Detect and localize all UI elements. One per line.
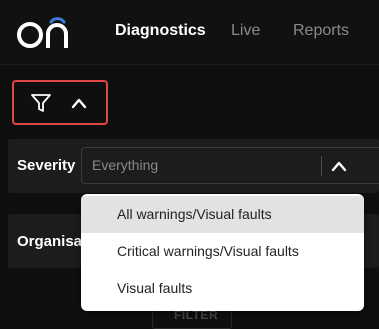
tab-live[interactable]: Live [231, 22, 260, 40]
severity-option-visual-faults[interactable]: Visual faults [81, 270, 364, 307]
severity-filter-row: Severity Everything [8, 139, 379, 193]
filter-toggle-group[interactable] [12, 80, 108, 125]
severity-option-all-warnings[interactable]: All warnings/Visual faults [81, 196, 364, 233]
chevron-up-icon[interactable] [69, 94, 89, 112]
severity-dropdown-menu: All warnings/Visual faults Critical warn… [81, 194, 364, 311]
top-navigation-bar: Diagnostics Live Reports [0, 0, 379, 65]
severity-select-placeholder: Everything [92, 157, 159, 173]
severity-label: Severity [17, 157, 76, 174]
on-logo[interactable] [14, 14, 74, 50]
tab-reports[interactable]: Reports [293, 22, 349, 40]
organisation-label: Organisat [17, 233, 88, 250]
tab-diagnostics[interactable]: Diagnostics [115, 22, 206, 40]
funnel-icon[interactable] [30, 92, 52, 114]
severity-select[interactable]: Everything [81, 147, 379, 184]
severity-option-critical-warnings[interactable]: Critical warnings/Visual faults [81, 233, 364, 270]
chevron-up-icon[interactable] [329, 157, 349, 175]
select-divider [321, 156, 322, 176]
